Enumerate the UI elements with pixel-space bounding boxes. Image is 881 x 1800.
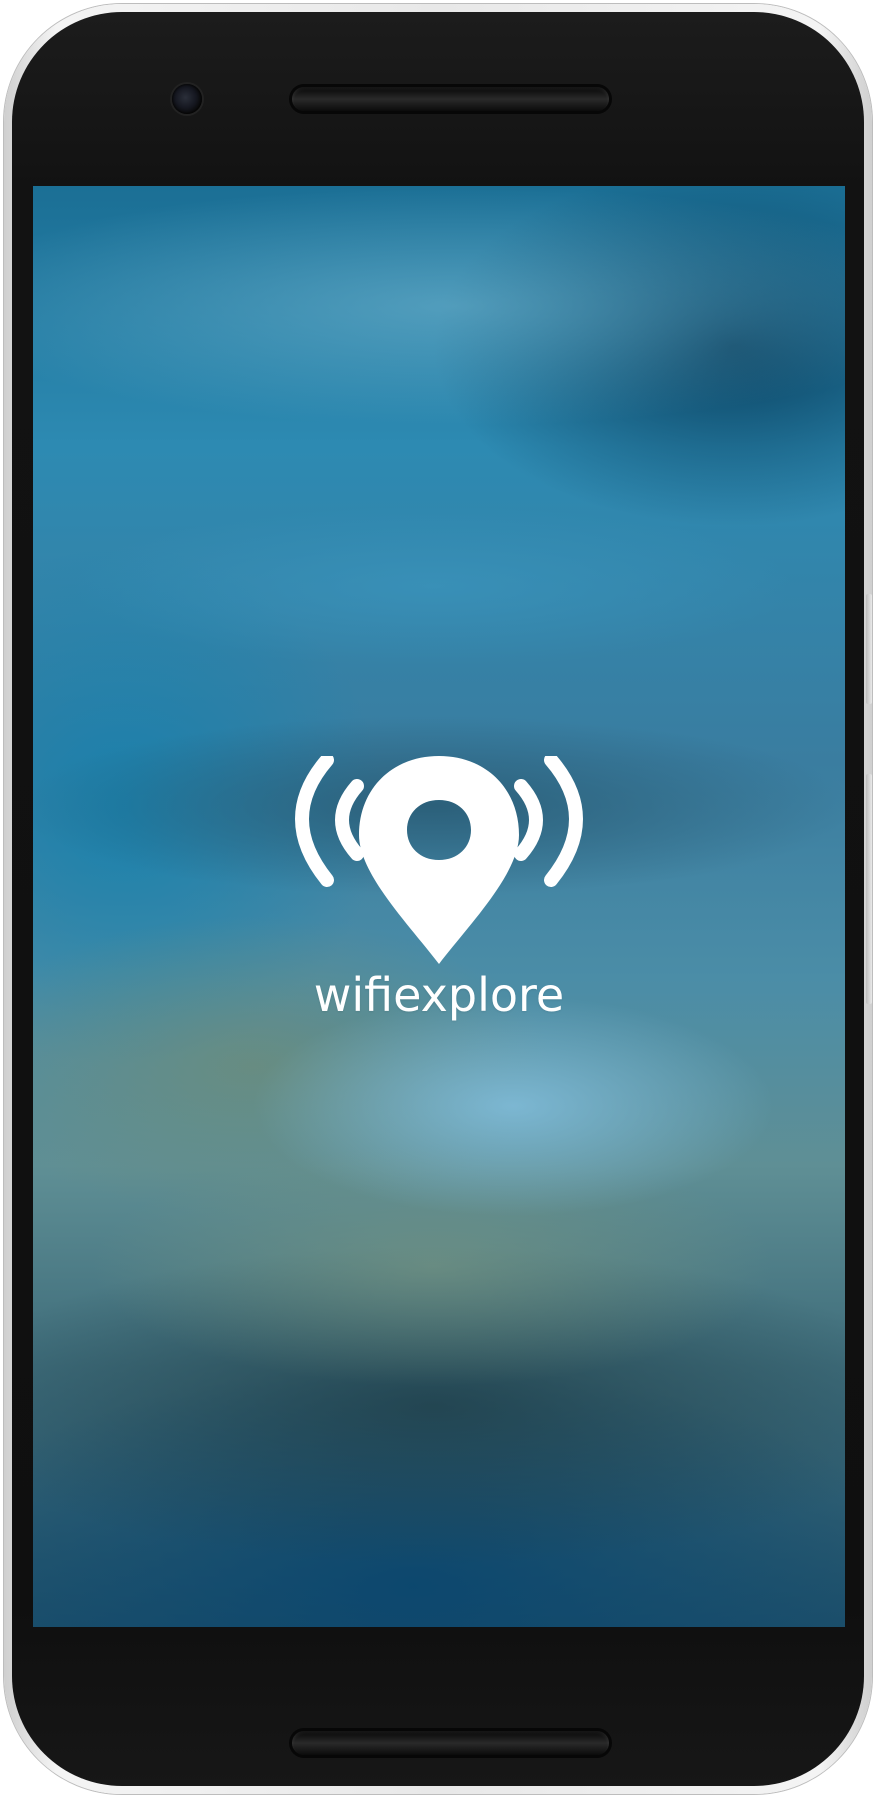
splash-screen: wifiexplore <box>33 186 845 1627</box>
app-name-wordmark: wifiexplore <box>313 968 565 1022</box>
front-camera-icon <box>172 84 202 114</box>
bottom-speaker-grille <box>292 1731 609 1755</box>
volume-button <box>866 774 872 1004</box>
power-button <box>866 594 872 704</box>
top-speaker-grille <box>292 87 609 111</box>
